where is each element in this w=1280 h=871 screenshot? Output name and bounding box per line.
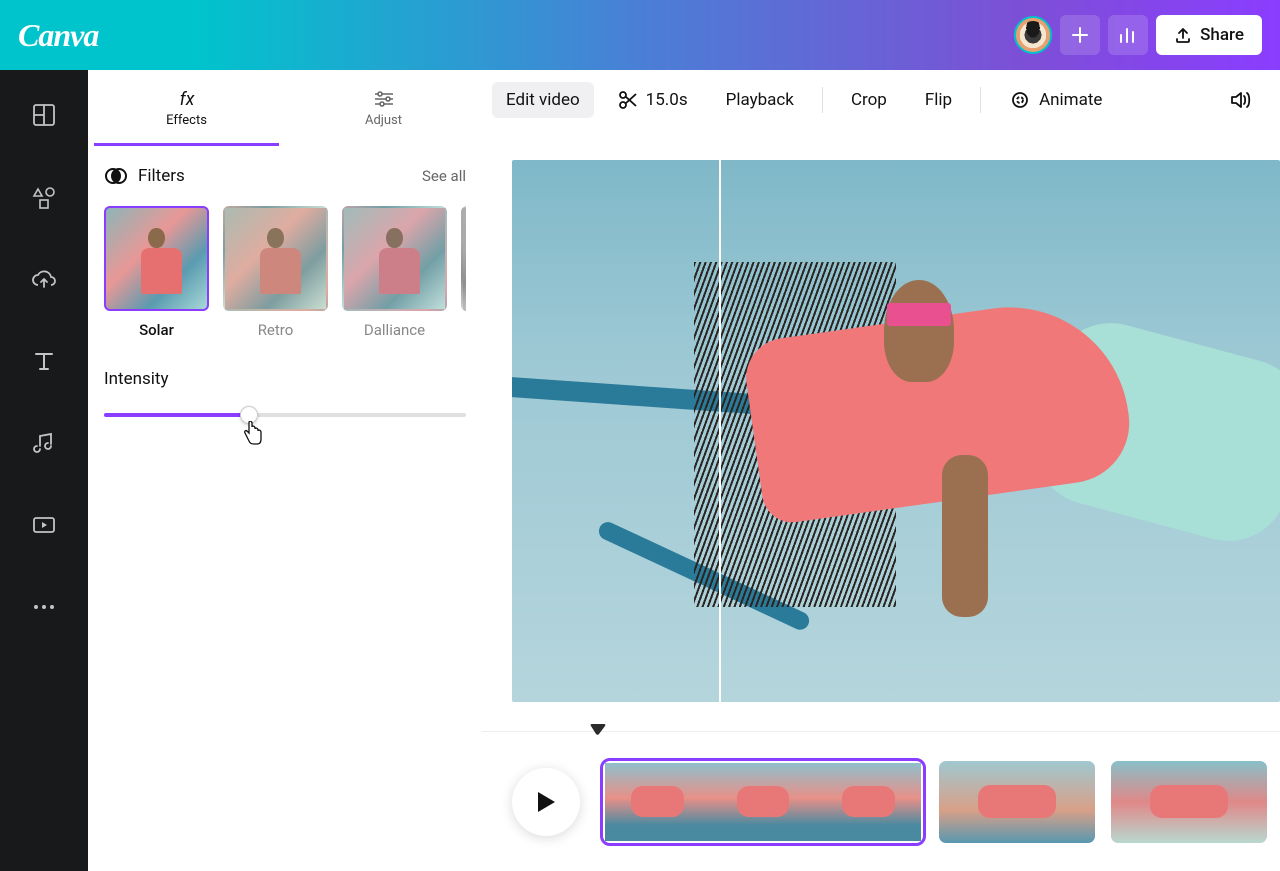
edit-video-button[interactable]: Edit video (492, 82, 594, 118)
text-icon (31, 348, 57, 374)
volume-button[interactable] (1214, 80, 1266, 120)
clip-frame (710, 763, 815, 841)
rail-elements[interactable] (29, 182, 59, 212)
filter-thumb (223, 206, 328, 311)
app-header: Canva Share (0, 0, 1280, 70)
panel-body: Filters See all Solar Retro Dalliance (88, 146, 482, 435)
video-icon (31, 512, 57, 538)
context-toolbar: Edit video 15.0s Playback Crop Flip Anim… (482, 70, 1280, 130)
filters-title: Filters (138, 166, 185, 186)
canva-logo[interactable]: Canva (18, 17, 98, 54)
comparison-divider[interactable] (719, 160, 721, 702)
canvas-wrap (482, 130, 1280, 731)
tab-adjust[interactable]: Adjust (285, 70, 482, 146)
subject-head (884, 280, 953, 381)
duration-label: 15.0s (646, 90, 688, 110)
intensity-slider[interactable] (104, 413, 466, 417)
header-actions: Share (1014, 15, 1262, 55)
canvas-image[interactable] (512, 160, 1280, 702)
clip-frame (1111, 761, 1267, 843)
filter-thumb (461, 206, 466, 311)
filter-dalliance[interactable]: Dalliance (342, 206, 447, 339)
canvas-area: Edit video 15.0s Playback Crop Flip Anim… (482, 70, 1280, 871)
animate-button[interactable]: Animate (995, 81, 1116, 119)
rail-text[interactable] (29, 346, 59, 376)
rail-templates[interactable] (29, 100, 59, 130)
flip-button[interactable]: Flip (911, 82, 966, 118)
intensity-label: Intensity (104, 369, 466, 389)
filter-thumb (104, 206, 209, 311)
panel-tabs: fx Effects Adjust (88, 70, 482, 146)
adjust-icon (372, 89, 396, 109)
rail-uploads[interactable] (29, 264, 59, 294)
see-all-link[interactable]: See all (422, 167, 466, 185)
tab-label: Adjust (365, 113, 402, 128)
elements-icon (30, 183, 58, 211)
timeline (482, 731, 1280, 871)
filters-icon (104, 164, 128, 188)
left-rail (0, 70, 88, 871)
cursor-pointer-icon (242, 421, 264, 447)
playback-button[interactable]: Playback (712, 82, 808, 118)
svg-text:fx: fx (179, 89, 194, 109)
add-button[interactable] (1060, 15, 1100, 55)
clip-frame (939, 761, 1095, 843)
volume-icon (1228, 88, 1252, 112)
filter-thumb (342, 206, 447, 311)
share-button[interactable]: Share (1156, 15, 1262, 55)
subject-glasses (887, 303, 950, 326)
filter-overflow[interactable] (461, 206, 466, 339)
animate-label: Animate (1039, 90, 1102, 110)
subject-arm (942, 455, 988, 616)
filter-label: Solar (104, 321, 209, 339)
effects-icon: fx (175, 89, 199, 109)
clip-frame (816, 763, 921, 841)
filter-label: Dalliance (342, 321, 447, 339)
separator (980, 87, 981, 113)
side-panel: fx Effects Adjust Filters See all Solar (88, 70, 482, 871)
timeline-clip-3[interactable] (1108, 758, 1270, 846)
templates-icon (31, 102, 57, 128)
play-icon (535, 790, 557, 814)
user-avatar[interactable] (1014, 16, 1052, 54)
slider-fill (104, 413, 249, 417)
duration-button[interactable]: 15.0s (604, 82, 702, 118)
timeline-clip-2[interactable] (936, 758, 1098, 846)
crop-button[interactable]: Crop (837, 82, 901, 118)
playhead-icon (590, 724, 606, 736)
separator (822, 87, 823, 113)
rail-more[interactable] (29, 592, 59, 622)
plus-icon (1071, 26, 1089, 44)
share-label: Share (1200, 25, 1244, 45)
tab-effects[interactable]: fx Effects (88, 70, 285, 146)
rail-audio[interactable] (29, 428, 59, 458)
filters-header: Filters See all (104, 164, 466, 188)
tab-label: Effects (166, 113, 207, 128)
rail-videos[interactable] (29, 510, 59, 540)
dots-icon (32, 604, 56, 610)
animate-icon (1009, 89, 1031, 111)
clip-frame (605, 763, 710, 841)
filter-retro[interactable]: Retro (223, 206, 328, 339)
filter-row: Solar Retro Dalliance (104, 206, 466, 339)
timeline-clip-1[interactable] (600, 758, 926, 846)
filter-label: Retro (223, 321, 328, 339)
chart-icon (1118, 25, 1138, 45)
upload-icon (1174, 26, 1192, 44)
filter-solar[interactable]: Solar (104, 206, 209, 339)
main-area: fx Effects Adjust Filters See all Solar (0, 70, 1280, 871)
scissors-icon (618, 90, 638, 110)
cloud-upload-icon (30, 267, 58, 291)
play-button[interactable] (512, 768, 580, 836)
playhead[interactable] (590, 724, 606, 736)
music-icon (31, 430, 57, 456)
analytics-button[interactable] (1108, 15, 1148, 55)
canvas-subject (666, 225, 1242, 686)
